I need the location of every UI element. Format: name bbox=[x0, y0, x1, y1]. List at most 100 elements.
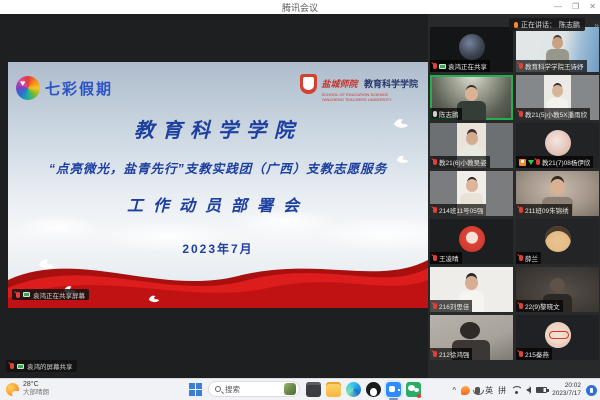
windows-taskbar: 28°C 大部晴朗 搜索 ^ 英 bbox=[0, 378, 600, 400]
speaking-toast: 正在讲话： 陈志鹏 bbox=[509, 18, 585, 31]
participant-tile[interactable]: 王凌晴 bbox=[430, 219, 513, 264]
ime-mode-indicator[interactable]: 拼 bbox=[498, 385, 506, 396]
screen-share-icon bbox=[439, 64, 446, 69]
speaking-name: 陈志鹏 bbox=[559, 20, 580, 30]
active-mic-icon bbox=[514, 22, 518, 28]
muted-mic-icon bbox=[10, 363, 14, 369]
search-placeholder: 搜索 bbox=[225, 384, 280, 395]
wechat-icon[interactable] bbox=[406, 382, 421, 397]
battery-icon[interactable] bbox=[536, 387, 547, 393]
tencent-meeting-window: 腾讯会议 — ❐ ✕ 七彩假期 盐城师院 教育科学 bbox=[0, 0, 600, 400]
participant-nametag: 22(9)黎晓文 bbox=[516, 300, 563, 312]
search-input[interactable]: 搜索 bbox=[208, 381, 300, 397]
dove-icon bbox=[396, 154, 409, 164]
file-explorer-icon[interactable] bbox=[326, 382, 341, 397]
department-name: 教育科学学院 bbox=[364, 77, 418, 90]
screen-share-icon bbox=[23, 292, 30, 297]
participant-nametag: 陈志鹏 bbox=[430, 108, 462, 120]
minimize-button[interactable]: — bbox=[554, 0, 562, 14]
slide-title: 教育科学学院 bbox=[8, 114, 428, 143]
dove-icon bbox=[148, 294, 160, 303]
muted-mic-icon bbox=[536, 159, 540, 165]
shared-screen-stage: 七彩假期 盐城师院 教育科学学院 SCHOOL OF EDUCATION SCI… bbox=[0, 14, 428, 378]
brand-logo: 七彩假期 bbox=[16, 76, 113, 100]
start-button[interactable] bbox=[188, 382, 202, 396]
meeting-content: 七彩假期 盐城师院 教育科学学院 SCHOOL OF EDUCATION SCI… bbox=[0, 14, 600, 378]
participant-name: 212徐鸿强 bbox=[439, 349, 469, 359]
slide-subtitle: “点亮微光，盐青先行”支教实践团（广西）支教志愿服务 bbox=[8, 158, 428, 177]
avatar bbox=[545, 226, 571, 252]
close-button[interactable]: ✕ bbox=[589, 0, 596, 14]
participant-tile[interactable]: 教21(7)08杨伊欣 bbox=[516, 123, 599, 168]
window-titlebar[interactable]: 腾讯会议 — ❐ ✕ bbox=[0, 0, 600, 14]
participant-name: 王凌晴 bbox=[439, 253, 459, 263]
participants-grid: 袁鸿正在共享 教育科学学院王诗妤 陈志鹏 bbox=[430, 27, 599, 360]
participant-tile[interactable]: 215秦燕 bbox=[516, 315, 599, 360]
participant-tile-speaking[interactable]: 陈志鹏 bbox=[430, 75, 513, 120]
participant-tile[interactable]: 22(9)黎晓文 bbox=[516, 267, 599, 312]
muted-mic-icon bbox=[433, 255, 437, 261]
collapse-sidebar-icon[interactable]: » bbox=[594, 20, 599, 30]
participant-nametag: 教育科学学院王诗妤 bbox=[516, 60, 587, 72]
muted-mic-icon bbox=[519, 207, 523, 213]
taskbar-clock[interactable]: 20:02 2023/7/17 bbox=[552, 382, 581, 398]
tencent-meeting-icon[interactable] bbox=[386, 382, 401, 397]
participant-name: 陈志鹏 bbox=[439, 109, 459, 119]
muted-mic-icon bbox=[433, 351, 437, 357]
wifi-icon[interactable] bbox=[511, 386, 521, 394]
participant-tile[interactable]: 教育科学学院王诗妤 bbox=[516, 27, 599, 72]
app-window-icon[interactable] bbox=[306, 382, 321, 397]
weather-widget[interactable]: 28°C 大部晴朗 bbox=[6, 381, 49, 397]
weather-temp: 28°C bbox=[23, 381, 49, 389]
edge-browser-icon[interactable] bbox=[346, 382, 361, 397]
weather-icon bbox=[6, 383, 19, 396]
participant-name: 袁鸿正在共享 bbox=[448, 61, 487, 71]
participant-nametag: 教21(7)08杨伊欣 bbox=[516, 156, 593, 168]
muted-mic-icon bbox=[433, 207, 437, 213]
tray-expand-icon[interactable]: ^ bbox=[452, 386, 456, 395]
taskbar-apps bbox=[306, 382, 421, 397]
ime-language-indicator[interactable]: 英 bbox=[485, 385, 493, 396]
muted-mic-icon bbox=[433, 159, 437, 165]
rainbow-flower-icon bbox=[16, 76, 40, 100]
participant-name: 214班11号05强 bbox=[439, 205, 483, 215]
dove-icon bbox=[38, 257, 55, 270]
overlay-pill-text: 袁鸿正在共享屏幕 bbox=[33, 290, 85, 300]
participant-tile[interactable]: 薛兰 bbox=[516, 219, 599, 264]
share-pill-text: 袁鸿的屏幕共享 bbox=[27, 361, 73, 371]
speaker-icon[interactable] bbox=[526, 387, 531, 393]
participant-name: 216刘思佳 bbox=[439, 301, 469, 311]
participant-name: 教21(7)08杨伊欣 bbox=[542, 157, 590, 167]
tray-date: 2023/7/17 bbox=[552, 390, 581, 398]
university-name: 盐城师院 bbox=[322, 77, 358, 90]
participant-name: 211班09朱锦绣 bbox=[525, 205, 569, 215]
participant-tile[interactable]: 212徐鸿强 bbox=[430, 315, 513, 360]
flame-app-icon[interactable] bbox=[461, 386, 470, 395]
screen-share-status-pill[interactable]: 袁鸿的屏幕共享 bbox=[6, 360, 77, 372]
screen-share-icon bbox=[17, 364, 24, 369]
participant-tile[interactable]: 教21(5)小教5X潘雨欣 bbox=[516, 75, 599, 120]
qq-icon[interactable] bbox=[366, 382, 381, 397]
avatar bbox=[459, 226, 485, 252]
participant-nametag: 教21(6)小教吴姿 bbox=[430, 156, 490, 168]
participant-name: 215秦燕 bbox=[525, 349, 549, 359]
system-tray: ^ 英 拼 20:02 2023/7/17 bbox=[452, 381, 597, 399]
muted-mic-icon bbox=[16, 292, 20, 298]
participant-tile[interactable]: 211班09朱锦绣 bbox=[516, 171, 599, 216]
participant-name: 教育科学学院王诗妤 bbox=[525, 61, 584, 71]
participant-tile[interactable]: 214班11号05强 bbox=[430, 171, 513, 216]
maximize-button[interactable]: ❐ bbox=[572, 0, 579, 14]
participant-tile[interactable]: 216刘思佳 bbox=[430, 267, 513, 312]
muted-mic-icon bbox=[433, 63, 437, 69]
participant-tile[interactable]: 袁鸿正在共享 bbox=[430, 27, 513, 72]
participants-sidebar: 正在讲话： 陈志鹏 » 袁鸿正在共享 教育科学学 bbox=[428, 14, 600, 378]
participant-nametag: 216刘思佳 bbox=[430, 300, 472, 312]
muted-mic-icon bbox=[519, 351, 523, 357]
participant-tile[interactable]: 教21(6)小教吴姿 bbox=[430, 123, 513, 168]
participant-nametag: 袁鸿正在共享 bbox=[430, 60, 490, 72]
notification-badge[interactable] bbox=[586, 385, 597, 396]
avatar bbox=[545, 322, 571, 348]
avatar bbox=[459, 34, 485, 60]
tray-mic-icon[interactable] bbox=[475, 387, 480, 394]
university-shield-icon bbox=[300, 74, 317, 94]
